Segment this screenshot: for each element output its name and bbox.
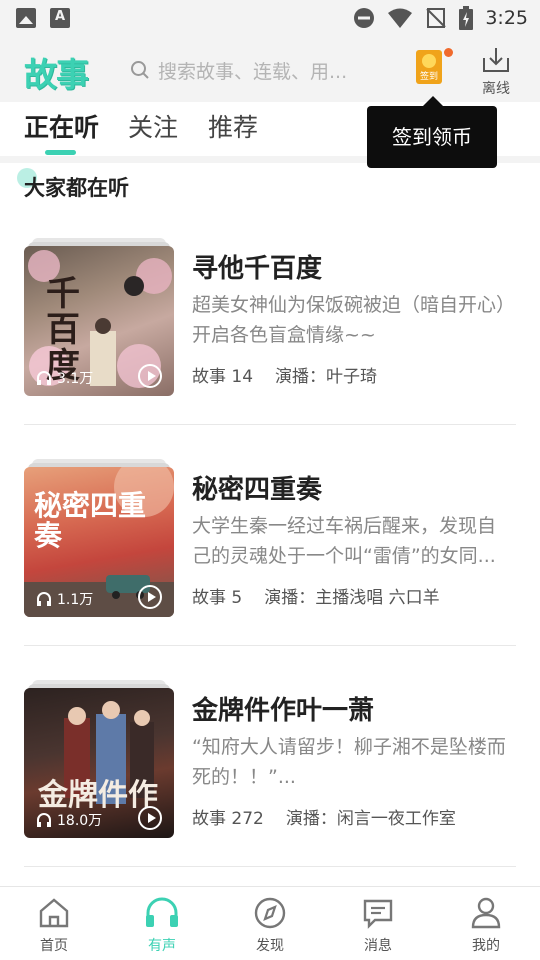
story-meta: 故事 5 演播：主播浅唱 六口羊	[192, 583, 440, 608]
app-notification-icon	[50, 8, 70, 28]
tab-listening[interactable]: 正在听	[24, 108, 99, 144]
message-icon	[363, 899, 393, 929]
story-title[interactable]: 寻他千百度	[192, 248, 322, 285]
story-item[interactable]: 秘密四重奏 1.1万 秘密四重奏 大学生秦一经过车祸后醒来，发现自己的灵魂处于一…	[24, 459, 516, 646]
play-count-value: 1.1万	[57, 592, 94, 608]
story-title[interactable]: 金牌件作叶一萧	[192, 690, 374, 727]
divider	[24, 424, 516, 425]
nav-messages[interactable]: 消息	[348, 897, 408, 955]
divider	[24, 645, 516, 646]
narrator: 叶子琦	[326, 367, 378, 387]
home-icon	[39, 898, 69, 928]
story-cover[interactable]: 千百度 3.1万	[24, 246, 174, 396]
tab-following[interactable]: 关注	[128, 108, 178, 144]
compass-icon	[254, 897, 286, 929]
tab-recommend[interactable]: 推荐	[208, 108, 258, 144]
story-description: 大学生秦一经过车祸后醒来，发现自己的灵魂处于一个叫“雷倩”的女同...	[192, 515, 497, 567]
story-description: 超美女神仙为保饭碗被迫（暗自开心）开启各色盲盒情缘~~	[192, 294, 506, 346]
clock: 3:25	[485, 7, 528, 29]
nav-profile[interactable]: 我的	[456, 897, 516, 955]
section-title: 大家都在听	[24, 176, 129, 200]
status-bar: 3:25	[0, 0, 540, 36]
nav-label: 首页	[40, 938, 68, 954]
headphones-icon	[37, 371, 51, 385]
nav-audio[interactable]: 有声	[132, 897, 192, 955]
story-cover[interactable]: 秘密四重奏 1.1万	[24, 467, 174, 617]
offline-label: 离线	[482, 81, 510, 97]
headphones-icon	[37, 813, 51, 827]
play-icon[interactable]	[138, 806, 162, 830]
checkin-badge-label: 签到	[419, 72, 438, 82]
download-icon	[483, 48, 509, 72]
play-icon[interactable]	[138, 585, 162, 609]
narrator-label: 演播：	[275, 367, 327, 387]
headphones-icon	[37, 592, 51, 606]
notification-dot	[444, 48, 453, 57]
wifi-icon	[388, 8, 413, 28]
headphones-icon	[146, 897, 178, 927]
search-placeholder: 搜索故事、连载、用...	[158, 60, 348, 83]
offline-button[interactable]: 离线	[476, 46, 516, 98]
narrator: 主播浅唱 六口羊	[315, 588, 440, 608]
story-label: 故事	[192, 367, 226, 387]
narrator-label: 演播：	[264, 588, 316, 608]
user-icon	[471, 897, 501, 929]
play-count-value: 18.0万	[57, 813, 103, 829]
gallery-notification-icon	[16, 8, 36, 28]
story-label: 故事	[192, 809, 226, 829]
play-icon[interactable]	[138, 364, 162, 388]
story-count: 272	[231, 809, 264, 829]
search-bar[interactable]: 搜索故事、连载、用...	[130, 54, 380, 86]
story-item[interactable]: 金牌件作 18.0万 金牌件作叶一萧 “知府大人请留步！柳子湘不是坠楼而死的！！…	[24, 680, 516, 867]
play-count: 3.1万	[36, 368, 93, 388]
cover-title-art: 秘密四重奏	[34, 489, 147, 552]
narrator-label: 演播：	[285, 809, 337, 829]
story-meta: 故事 272 演播：闲言一夜工作室	[192, 804, 456, 829]
checkin-tooltip[interactable]: 签到领币	[367, 96, 497, 168]
checkin-button[interactable]: 签到	[416, 50, 442, 84]
nav-label: 我的	[472, 938, 500, 954]
no-signal-icon	[426, 8, 447, 28]
app-header: 故事 搜索故事、连载、用... 签到 离线	[0, 36, 540, 102]
story-item[interactable]: 千百度 3.1万 寻他千百度 超美女神仙为保饭碗被迫（暗自开心）开启各色盲盒情缘…	[24, 238, 516, 425]
bottom-nav: 首页 有声 发现 消息 我的	[0, 886, 540, 960]
narrator: 闲言一夜工作室	[336, 809, 456, 829]
story-title[interactable]: 秘密四重奏	[192, 469, 322, 506]
story-description: “知府大人请留步！柳子湘不是坠楼而死的！！”...	[192, 736, 506, 788]
dnd-icon	[354, 8, 375, 28]
coin-icon	[422, 54, 436, 68]
nav-label: 消息	[364, 938, 392, 954]
story-count: 5	[231, 588, 243, 608]
app-logo: 故事	[24, 55, 89, 94]
story-cover[interactable]: 金牌件作 18.0万	[24, 688, 174, 838]
battery-icon	[459, 6, 474, 30]
nav-home[interactable]: 首页	[24, 897, 84, 955]
nav-label: 发现	[256, 938, 284, 954]
divider	[24, 866, 516, 867]
nav-discover[interactable]: 发现	[240, 897, 300, 955]
story-label: 故事	[192, 588, 226, 608]
play-count: 1.1万	[36, 589, 93, 609]
play-count: 18.0万	[36, 810, 102, 830]
story-meta: 故事 14 演播：叶子琦	[192, 362, 377, 387]
play-count-value: 3.1万	[57, 371, 94, 387]
story-count: 14	[231, 367, 254, 387]
active-tab-indicator	[45, 150, 76, 155]
nav-label: 有声	[148, 938, 176, 954]
search-icon	[131, 61, 149, 79]
